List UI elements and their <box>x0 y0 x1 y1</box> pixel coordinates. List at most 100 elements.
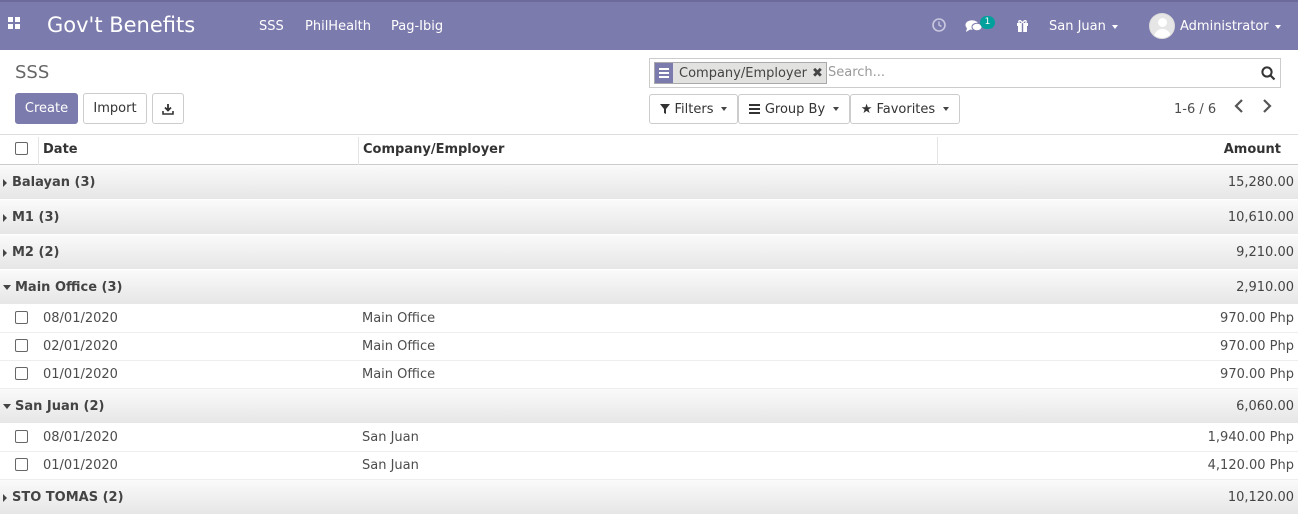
user-menu[interactable]: Administrator <box>1180 19 1281 34</box>
cell-company: Main Office <box>362 311 436 326</box>
caret-right-icon <box>3 179 7 187</box>
list-view: Date Company/Employer Amount Balayan (3)… <box>0 135 1298 515</box>
top-navbar: Gov't Benefits SSS PhilHealth Pag-Ibig 1… <box>0 0 1298 50</box>
activity-clock-icon[interactable] <box>932 18 946 32</box>
app-menu-icon[interactable] <box>8 17 22 31</box>
row-checkbox[interactable] <box>15 367 28 380</box>
favorites-label: Favorites <box>876 101 936 117</box>
favorites-button[interactable]: ★ Favorites <box>850 94 960 124</box>
table-row[interactable]: 01/01/2020 San Juan 4,120.00 Php <box>0 452 1298 480</box>
cell-date: 08/01/2020 <box>43 311 118 326</box>
export-download-button[interactable] <box>152 93 184 124</box>
group-total: 10,610.00 <box>1227 210 1294 225</box>
column-header-company[interactable]: Company/Employer <box>363 142 504 157</box>
search-icon[interactable] <box>1261 66 1276 81</box>
download-icon <box>162 103 174 115</box>
chevron-right-icon <box>1263 99 1272 113</box>
group-by-label: Group By <box>764 101 826 117</box>
group-row[interactable]: STO TOMAS (2) 10,120.00 <box>0 480 1298 515</box>
caret-right-icon <box>3 214 7 222</box>
pager-value[interactable]: 1-6 / 6 <box>1174 102 1216 117</box>
search-facet: Company/Employer ✖ <box>654 62 827 84</box>
menu-sss[interactable]: SSS <box>259 19 284 34</box>
row-checkbox[interactable] <box>15 430 28 443</box>
group-total: 10,120.00 <box>1227 490 1294 505</box>
table-row[interactable]: 01/01/2020 Main Office 970.00 Php <box>0 361 1298 389</box>
group-row[interactable]: Balayan (3) 15,280.00 <box>0 165 1298 200</box>
chevron-down-icon <box>833 107 840 111</box>
group-name: Balayan (3) <box>12 175 96 190</box>
group-total: 9,210.00 <box>1236 245 1294 260</box>
chevron-down-icon <box>943 107 950 111</box>
filters-label: Filters <box>674 101 714 117</box>
table-body: Balayan (3) 15,280.00 M1 (3) 10,610.00 M2 (2… <box>0 165 1298 515</box>
column-header-amount[interactable]: Amount <box>1224 142 1281 157</box>
bars-icon <box>748 104 760 114</box>
group-row[interactable]: San Juan (2) 6,060.00 <box>0 389 1298 424</box>
next-page-button[interactable] <box>1262 99 1278 117</box>
group-name: M1 (3) <box>12 210 60 225</box>
caret-right-icon <box>3 494 7 502</box>
import-button[interactable]: Import <box>83 93 147 124</box>
search-bar: Company/Employer ✖ <box>649 58 1281 88</box>
caret-down-icon <box>3 285 11 290</box>
cell-date: 01/01/2020 <box>43 458 118 473</box>
menu-pag-ibig[interactable]: Pag-Ibig <box>391 19 443 34</box>
table-row[interactable]: 08/01/2020 San Juan 1,940.00 Php <box>0 424 1298 452</box>
group-by-button[interactable]: Group By <box>738 94 850 124</box>
chevron-down-icon <box>1111 24 1118 29</box>
group-row[interactable]: M2 (2) 9,210.00 <box>0 235 1298 270</box>
chevron-left-icon <box>1234 99 1243 113</box>
cell-amount: 1,940.00 Php <box>1207 430 1294 445</box>
group-name: Main Office (3) <box>15 280 123 295</box>
group-total: 6,060.00 <box>1236 399 1294 414</box>
group-total: 15,280.00 <box>1227 175 1294 190</box>
group-row[interactable]: M1 (3) 10,610.00 <box>0 200 1298 235</box>
cell-amount: 4,120.00 Php <box>1207 458 1294 473</box>
chevron-down-icon <box>721 107 728 111</box>
row-checkbox[interactable] <box>15 339 28 352</box>
gift-icon[interactable] <box>1016 19 1029 32</box>
group-name: STO TOMAS (2) <box>12 490 124 505</box>
group-name: San Juan (2) <box>15 399 105 414</box>
company-name: San Juan <box>1049 19 1106 34</box>
row-checkbox[interactable] <box>15 458 28 471</box>
cell-amount: 970.00 Php <box>1220 339 1294 354</box>
group-by-icon <box>655 63 673 83</box>
row-checkbox[interactable] <box>15 311 28 324</box>
search-input[interactable] <box>828 65 1248 80</box>
group-total: 2,910.00 <box>1236 280 1294 295</box>
user-avatar[interactable] <box>1149 13 1175 39</box>
caret-down-icon <box>3 404 11 409</box>
cell-company: San Juan <box>362 430 419 445</box>
previous-page-button[interactable] <box>1234 99 1250 117</box>
company-switcher[interactable]: San Juan <box>1049 19 1118 34</box>
menu-philhealth[interactable]: PhilHealth <box>305 19 371 34</box>
table-row[interactable]: 02/01/2020 Main Office 970.00 Php <box>0 333 1298 361</box>
remove-facet-icon[interactable]: ✖ <box>812 66 826 81</box>
cell-date: 08/01/2020 <box>43 430 118 445</box>
create-button[interactable]: Create <box>15 93 78 124</box>
cell-date: 01/01/2020 <box>43 367 118 382</box>
group-name: M2 (2) <box>12 245 60 260</box>
user-name: Administrator <box>1180 19 1269 34</box>
cell-company: Main Office <box>362 367 436 382</box>
filter-icon <box>659 104 670 114</box>
cell-amount: 970.00 Php <box>1220 311 1294 326</box>
select-all-checkbox[interactable] <box>15 142 28 155</box>
chevron-down-icon <box>1274 24 1281 29</box>
message-count-badge: 1 <box>980 16 995 29</box>
star-icon: ★ <box>860 101 873 117</box>
filters-button[interactable]: Filters <box>649 94 738 124</box>
column-header-date[interactable]: Date <box>43 142 78 157</box>
breadcrumb: SSS <box>15 62 50 83</box>
cell-company: San Juan <box>362 458 419 473</box>
control-panel: SSS Create Import Company/Employer ✖ Fil… <box>0 50 1298 135</box>
table-row[interactable]: 08/01/2020 Main Office 970.00 Php <box>0 305 1298 333</box>
caret-right-icon <box>3 249 7 257</box>
group-row[interactable]: Main Office (3) 2,910.00 <box>0 270 1298 305</box>
cell-company: Main Office <box>362 339 436 354</box>
cell-date: 02/01/2020 <box>43 339 118 354</box>
app-title: Gov't Benefits <box>47 13 196 37</box>
facet-label: Company/Employer <box>679 65 807 81</box>
